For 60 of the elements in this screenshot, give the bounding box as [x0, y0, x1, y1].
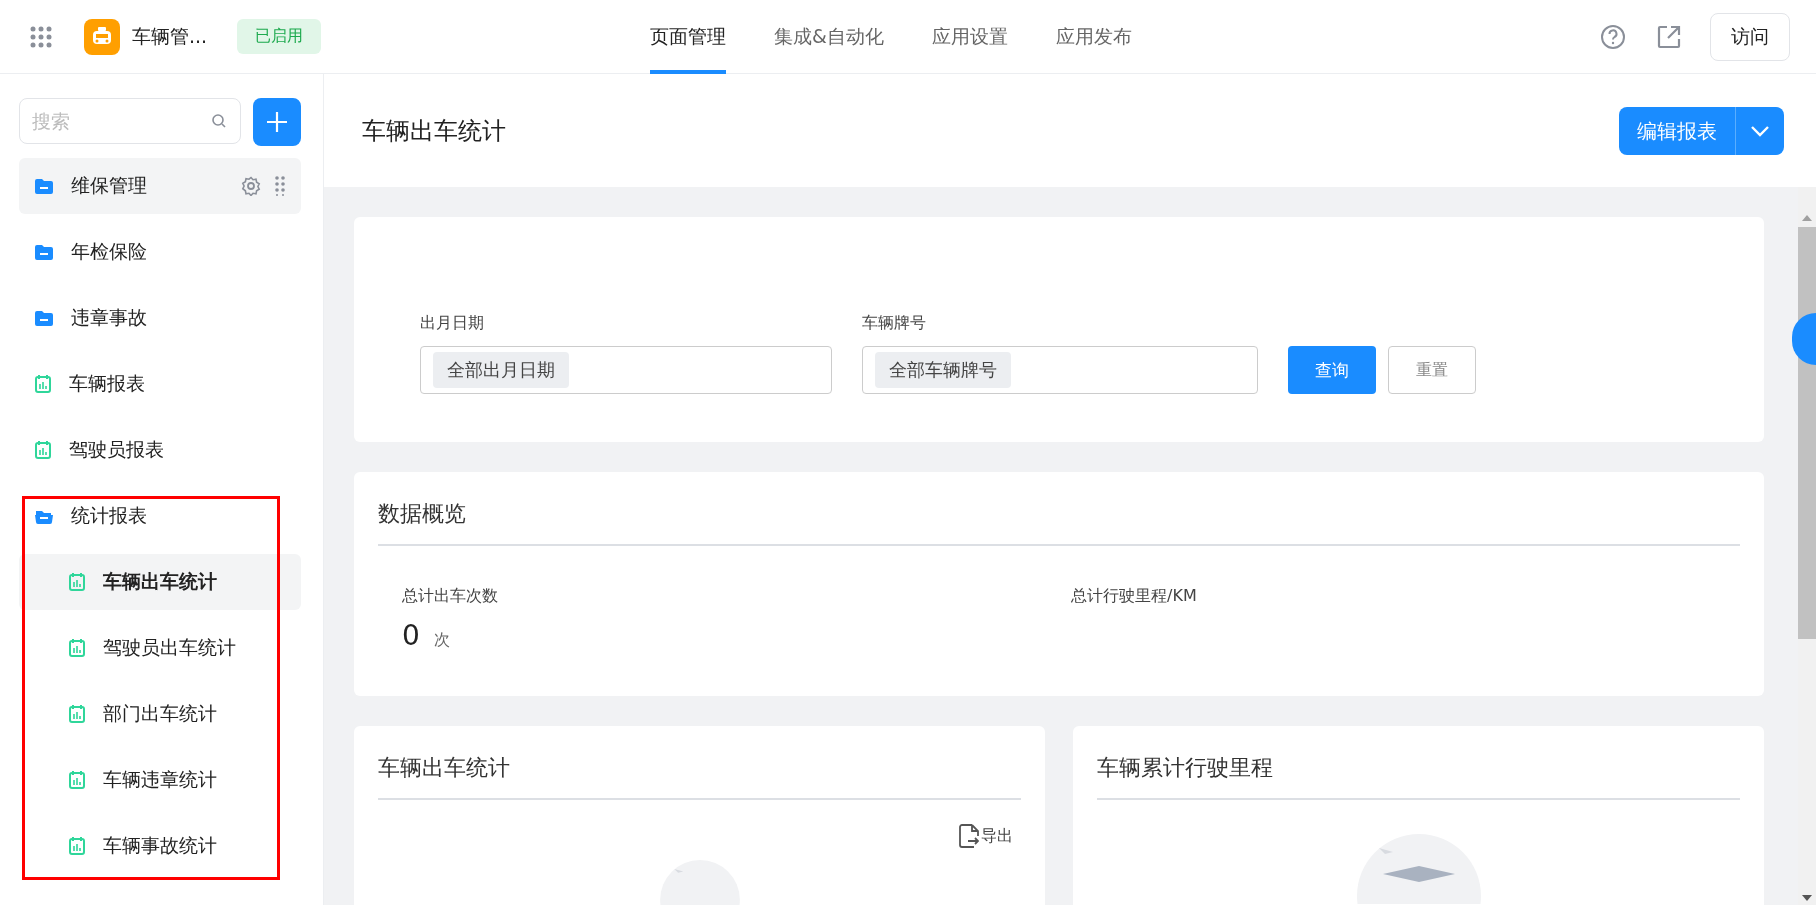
filter-tag: 全部出月日期	[433, 352, 569, 388]
add-button[interactable]	[253, 98, 301, 146]
report-icon	[69, 705, 85, 723]
settings-icon[interactable]	[241, 176, 261, 196]
help-icon[interactable]	[1600, 23, 1626, 50]
sidebar-item[interactable]: 维保管理	[19, 158, 301, 214]
sidebar-item[interactable]: 车辆违章统计	[19, 752, 301, 808]
external-link-icon[interactable]	[1656, 23, 1682, 50]
report-icon	[69, 771, 85, 789]
stat-unit: 次	[433, 630, 450, 651]
card-title: 数据概览	[378, 472, 1740, 546]
filter-label: 出月日期	[420, 313, 485, 334]
reset-button[interactable]: 重置	[1388, 346, 1476, 394]
sidebar-item[interactable]: 车辆出车统计	[19, 554, 301, 610]
sidebar-item[interactable]: 部门出车统计	[19, 686, 301, 742]
drag-handle-icon[interactable]	[275, 176, 285, 196]
sidebar-item[interactable]: 统计报表	[19, 488, 301, 544]
stat-label: 总计出车次数	[402, 586, 499, 607]
visit-button[interactable]: 访问	[1710, 12, 1790, 61]
report-icon	[69, 639, 85, 657]
stat-label: 总计行驶里程/KM	[1071, 586, 1198, 607]
scroll-up-arrow-icon[interactable]	[1802, 215, 1812, 221]
card-title: 车辆出车统计	[378, 726, 1021, 800]
sidebar-item[interactable]: 车辆事故统计	[19, 818, 301, 874]
app-grid-icon[interactable]	[30, 25, 52, 48]
report-icon	[35, 375, 51, 393]
stat-value: 0	[402, 619, 420, 652]
scroll-down-arrow-icon[interactable]	[1802, 895, 1812, 901]
status-badge: 已启用	[237, 19, 322, 54]
filter-label: 车辆牌号	[862, 313, 927, 334]
search-field[interactable]: 搜索	[19, 98, 241, 144]
filter-select[interactable]: 全部出月日期	[420, 346, 832, 394]
taxi-logo-icon	[84, 18, 120, 55]
nav-tab[interactable]: 集成&自动化	[774, 0, 884, 74]
page-title: 车辆出车统计	[362, 115, 506, 147]
export-button[interactable]: 导出	[959, 824, 1013, 848]
folder-open-icon	[35, 508, 53, 524]
filter-tag: 全部车辆牌号	[875, 352, 1011, 388]
nav-tab[interactable]: 应用设置	[931, 0, 1008, 74]
card-title: 车辆累计行驶里程	[1097, 726, 1740, 800]
folder-icon	[35, 178, 53, 194]
plus-icon	[266, 111, 288, 133]
floating-button[interactable]	[1792, 313, 1816, 365]
folder-icon	[35, 310, 53, 326]
report-icon	[69, 837, 85, 855]
report-icon	[69, 573, 85, 591]
nav-tab[interactable]: 页面管理	[650, 0, 726, 74]
chevron-down-icon[interactable]	[1750, 124, 1770, 137]
nav-tab[interactable]: 应用发布	[1055, 0, 1132, 74]
sidebar-item[interactable]: 驾驶员出车统计	[19, 620, 301, 676]
sidebar-item[interactable]: 年检保险	[19, 224, 301, 280]
search-icon	[211, 113, 227, 129]
filter-select[interactable]: 全部车辆牌号	[862, 346, 1258, 394]
sidebar-item[interactable]: 驾驶员报表	[19, 422, 301, 478]
app-name: 车辆管...	[132, 23, 208, 49]
folder-icon	[35, 244, 53, 260]
file-export-icon	[959, 824, 979, 848]
sidebar-item[interactable]: 违章事故	[19, 290, 301, 346]
report-icon	[35, 441, 51, 459]
sidebar-item[interactable]: 车辆报表	[19, 356, 301, 412]
